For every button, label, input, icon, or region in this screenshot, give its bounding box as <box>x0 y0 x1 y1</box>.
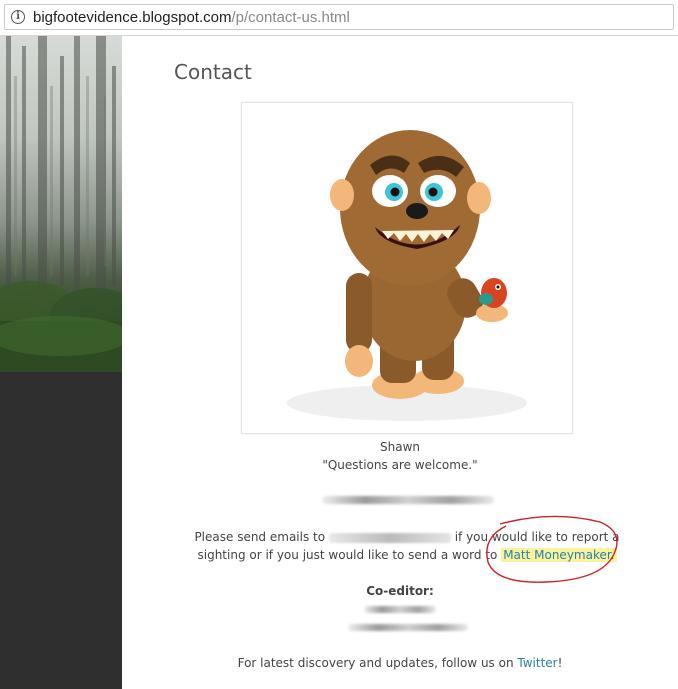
url-field[interactable]: i bigfootevidence.blogspot.com/p/contact… <box>4 4 674 30</box>
url-text: bigfootevidence.blogspot.com/p/contact-u… <box>33 9 350 26</box>
url-path: /p/contact-us.html <box>231 8 350 26</box>
redacted-coeditor-name <box>364 606 436 613</box>
contact-paragraph: Please send emails to if you would like … <box>182 528 632 564</box>
info-icon[interactable]: i <box>11 10 25 24</box>
matt-moneymaker-link[interactable]: Matt Moneymaker. <box>501 548 617 562</box>
follow-end: ! <box>557 656 563 670</box>
follow-line: For latest discovery and updates, follow… <box>122 656 678 670</box>
sidebar-dark-panel <box>0 372 122 689</box>
para-text-start: Please send emails to <box>194 530 329 544</box>
redacted-email-line <box>322 496 494 504</box>
bigfoot-mascot-image <box>241 102 573 434</box>
forest-trees-illustration <box>0 36 122 372</box>
bigfoot-mascot-illustration <box>287 130 527 421</box>
redacted-coeditor-email <box>348 624 468 631</box>
follow-text: For latest discovery and updates, follow… <box>237 656 518 670</box>
caption-quote: "Questions are welcome." <box>322 458 478 472</box>
forest-header-image <box>0 36 122 372</box>
page-title: Contact <box>174 60 252 84</box>
redacted-email-inline <box>328 532 451 543</box>
url-domain: bigfootevidence.blogspot.com <box>33 8 232 26</box>
main-content: Contact Shawn "Questions are welcome." P… <box>122 36 678 689</box>
caption-name: Shawn <box>380 440 420 454</box>
twitter-link[interactable]: Twitter <box>517 656 557 670</box>
coeditor-label: Co-editor: <box>366 584 434 598</box>
browser-address-bar: i bigfootevidence.blogspot.com/p/contact… <box>0 0 678 36</box>
